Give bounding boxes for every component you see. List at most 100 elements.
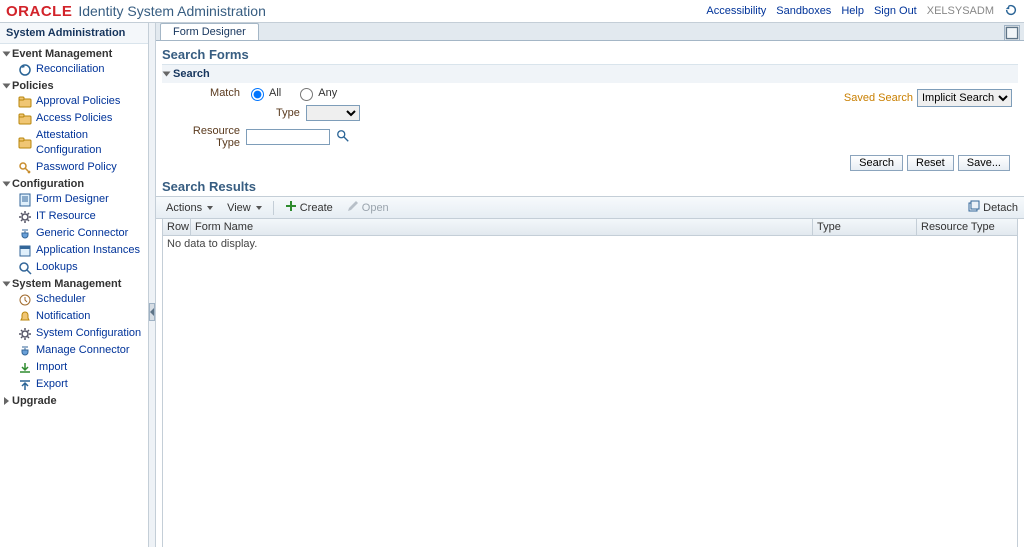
separator [273,201,274,215]
match-label: Match [168,87,240,99]
search-button[interactable]: Search [850,155,903,171]
col-row[interactable]: Row [163,219,191,235]
nav-item-label: Password Policy [36,160,117,175]
nav-item-label: Reconciliation [36,62,104,77]
grid-empty-text: No data to display. [167,238,257,250]
brand: ORACLE Identity System Administration [6,3,266,20]
section-label: Configuration [12,178,84,190]
bell-icon [18,310,32,324]
search-panel: Search Match All Any Type [162,64,1018,177]
folder-icon [18,136,32,150]
nav: Event Management Reconciliation Policies Ap… [0,44,148,410]
nav-form-designer[interactable]: Form Designer [2,191,146,208]
lookup-icon[interactable] [336,129,350,146]
match-any-radio[interactable]: Any [295,85,337,101]
export-icon [18,378,32,392]
section-label: Policies [12,80,54,92]
link-signout[interactable]: Sign Out [874,5,917,17]
nav-import[interactable]: Import [2,359,146,376]
nav-password-policy[interactable]: Password Policy [2,159,146,176]
results-grid: Row Form Name Type Resource Type No data… [162,219,1018,547]
nav-item-label: Application Instances [36,243,140,258]
link-help[interactable]: Help [841,5,864,17]
refresh-icon[interactable] [1004,3,1018,20]
col-type[interactable]: Type [813,219,917,235]
disclosure-icon [4,397,9,405]
actions-menu[interactable]: Actions [160,201,219,215]
tab-form-designer[interactable]: Form Designer [160,23,259,40]
resource-type-input[interactable] [246,129,330,145]
main: Form Designer Search Forms Saved Search … [156,23,1024,547]
link-sandboxes[interactable]: Sandboxes [776,5,831,17]
resource-label: Resource Type [168,125,240,149]
disclosure-icon [163,72,171,77]
save-button[interactable]: Save... [958,155,1010,171]
sidebar-title: System Administration [0,23,148,44]
match-any-input[interactable] [300,88,313,101]
brand-logo: ORACLE [6,3,72,20]
app-header: ORACLE Identity System Administration Ac… [0,0,1024,23]
nav-generic-connector[interactable]: Generic Connector [2,225,146,242]
nav-manage-connector[interactable]: Manage Connector [2,342,146,359]
sidebar: System Administration Event Management Re… [0,23,149,547]
section-label: Upgrade [12,395,57,407]
saved-search-label: Saved Search [844,92,913,104]
disclosure-icon [3,84,11,89]
results-title: Search Results [156,177,1024,196]
nav-approval-policies[interactable]: Approval Policies [2,93,146,110]
nav-attestation-configuration[interactable]: Attestation Configuration [2,127,146,159]
nav-item-label: Form Designer [36,192,109,207]
nav-item-label: Generic Connector [36,226,128,241]
view-menu[interactable]: View [221,201,268,215]
link-accessibility[interactable]: Accessibility [706,5,766,17]
col-form-name[interactable]: Form Name [191,219,813,235]
search-panel-header[interactable]: Search [162,65,1018,83]
nav-item-label: Import [36,360,67,375]
caret-icon [256,206,262,210]
nav-item-label: System Configuration [36,326,141,341]
app-title: Identity System Administration [78,3,266,19]
plus-icon [285,200,297,215]
disclosure-icon [3,182,11,187]
search-panel-title: Search [173,68,210,80]
nav-system-configuration[interactable]: System Configuration [2,325,146,342]
splitter[interactable] [149,23,156,547]
grid-header: Row Form Name Type Resource Type [163,219,1017,236]
nav-notification[interactable]: Notification [2,308,146,325]
nav-export[interactable]: Export [2,376,146,393]
section-policies[interactable]: Policies [2,79,146,93]
results-toolbar: Actions View Create Open Detach [156,196,1024,219]
match-all-input[interactable] [251,88,264,101]
nav-item-label: Access Policies [36,111,112,126]
splitter-collapse-icon[interactable] [149,303,155,321]
col-resource-type[interactable]: Resource Type [917,219,1017,235]
form-icon [18,193,32,207]
top-links: Accessibility Sandboxes Help Sign Out XE… [706,3,1018,20]
nav-reconciliation[interactable]: Reconciliation [2,61,146,78]
nav-item-label: Manage Connector [36,343,130,358]
section-label: Event Management [12,48,112,60]
section-upgrade[interactable]: Upgrade [2,394,146,408]
nav-item-label: Scheduler [36,292,86,307]
nav-lookups[interactable]: Lookups [2,259,146,276]
reset-button[interactable]: Reset [907,155,954,171]
detach-button[interactable]: Detach [968,200,1018,215]
saved-search-select[interactable]: Implicit Search [917,89,1012,107]
content: Search Forms Saved Search Implicit Searc… [156,41,1024,177]
plug-icon [18,227,32,241]
type-select[interactable] [306,105,360,121]
nav-access-policies[interactable]: Access Policies [2,110,146,127]
create-button[interactable]: Create [279,199,339,216]
tab-overflow-icon[interactable] [1004,25,1020,41]
section-system-management[interactable]: System Management [2,277,146,291]
nav-it-resource[interactable]: IT Resource [2,208,146,225]
detach-icon [968,200,980,215]
nav-item-label: Attestation Configuration [36,128,144,158]
section-event-management[interactable]: Event Management [2,47,146,61]
key-icon [18,161,32,175]
section-configuration[interactable]: Configuration [2,177,146,191]
nav-scheduler[interactable]: Scheduler [2,291,146,308]
match-all-radio[interactable]: All [246,85,281,101]
nav-application-instances[interactable]: Application Instances [2,242,146,259]
nav-item-label: Approval Policies [36,94,120,109]
